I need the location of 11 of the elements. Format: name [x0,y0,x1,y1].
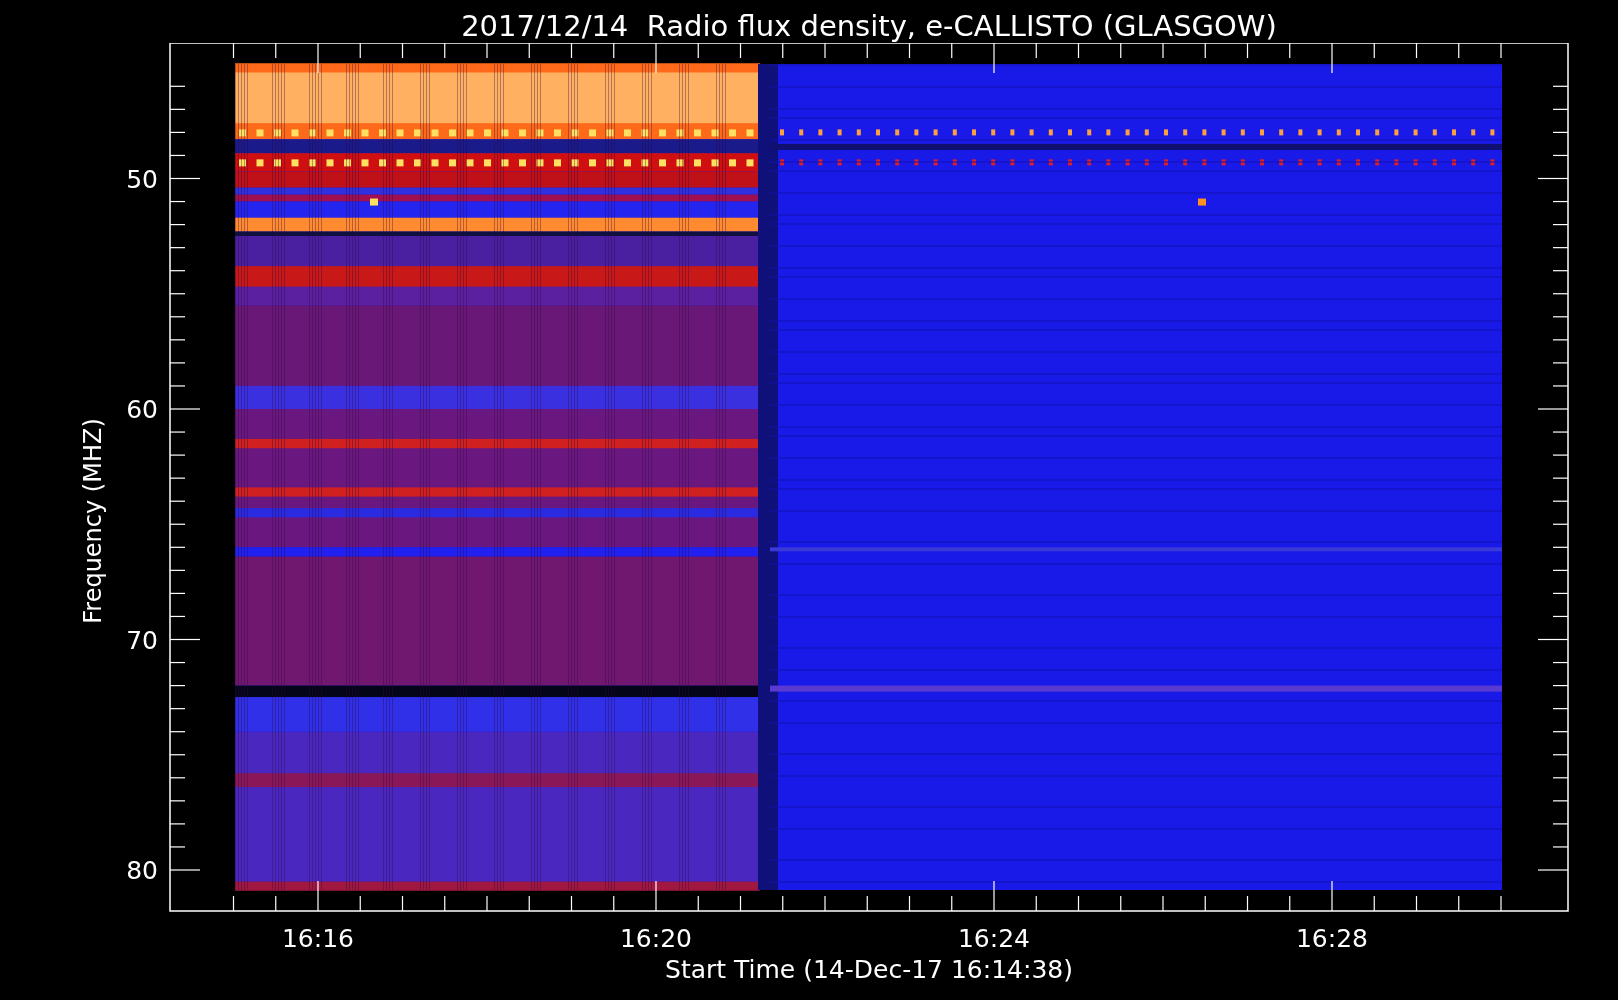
y-tick-label: 60 [126,395,158,424]
x-tick-label: 16:16 [282,924,354,953]
y-tick-label: 80 [126,856,158,885]
x-tick-label: 16:28 [1296,924,1368,953]
y-tick-label: 50 [126,164,158,194]
y-tick-label: 70 [126,625,158,655]
x-tick-label: 16:20 [620,924,692,953]
x-tick-label: 16:24 [958,924,1030,953]
chart-title: 2017/12/14 Radio flux density, e-CALLISTO (GLASGOW) [461,9,1277,43]
y-axis-label: Frequency (MHZ) [79,418,107,624]
x-axis-label: Start Time (14-Dec-17 16:14:38) [665,955,1073,985]
